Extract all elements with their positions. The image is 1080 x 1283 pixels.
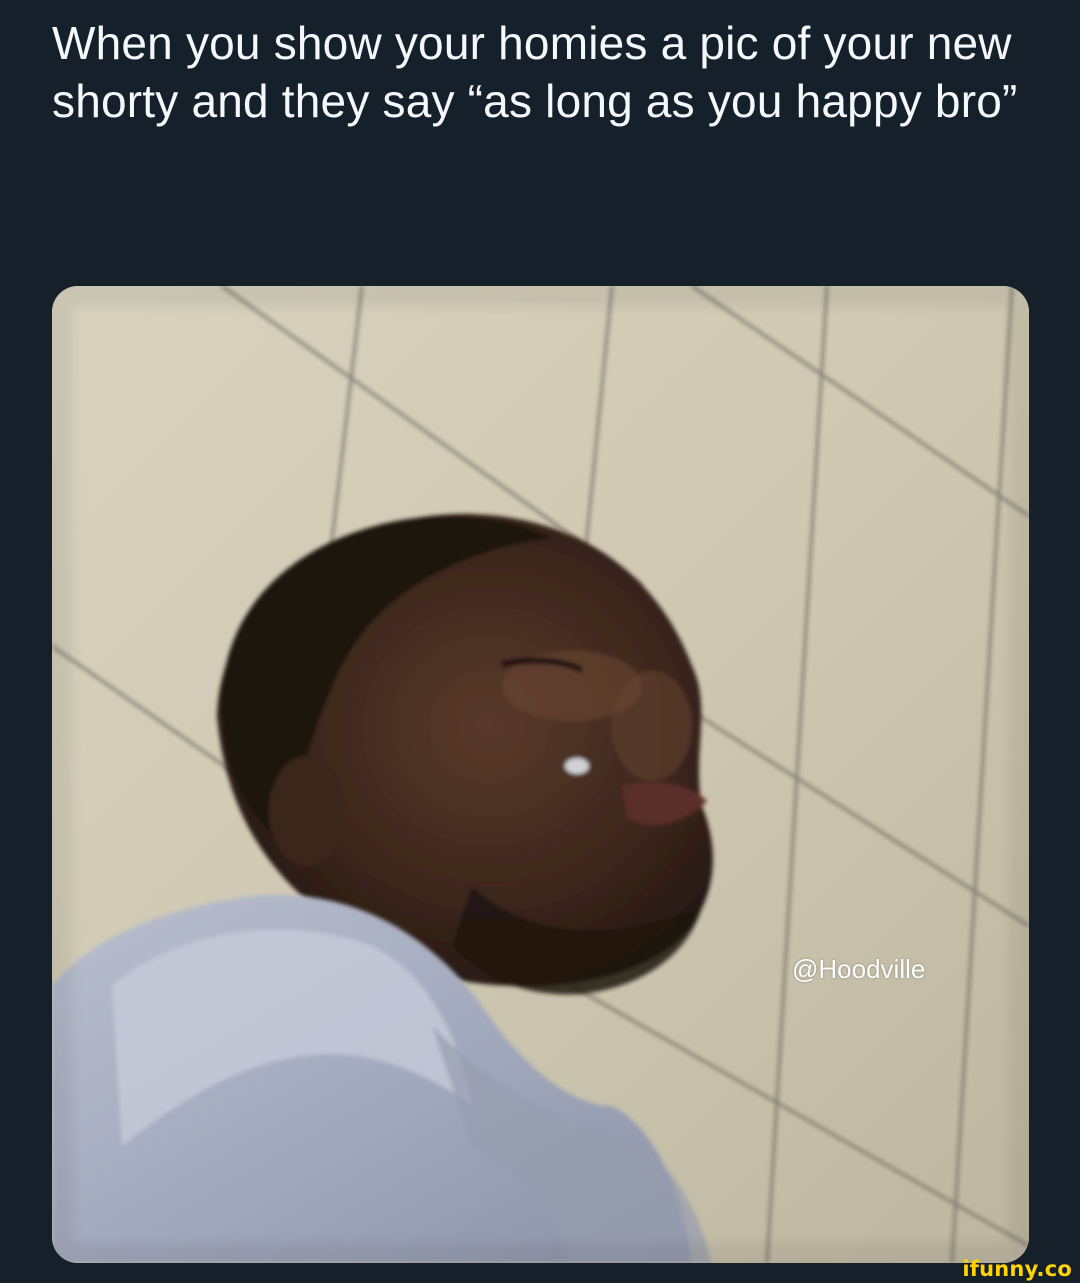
- watermark-text: @Hoodville: [792, 954, 926, 984]
- tweet-text: When you show your homies a pic of your …: [52, 17, 1018, 127]
- footer-bar: [0, 1263, 1080, 1283]
- tweet-media-image[interactable]: @Hoodville: [52, 286, 1029, 1263]
- ifunny-logo: ifunny.co: [962, 1257, 1072, 1281]
- meme-photo: [52, 286, 1029, 1263]
